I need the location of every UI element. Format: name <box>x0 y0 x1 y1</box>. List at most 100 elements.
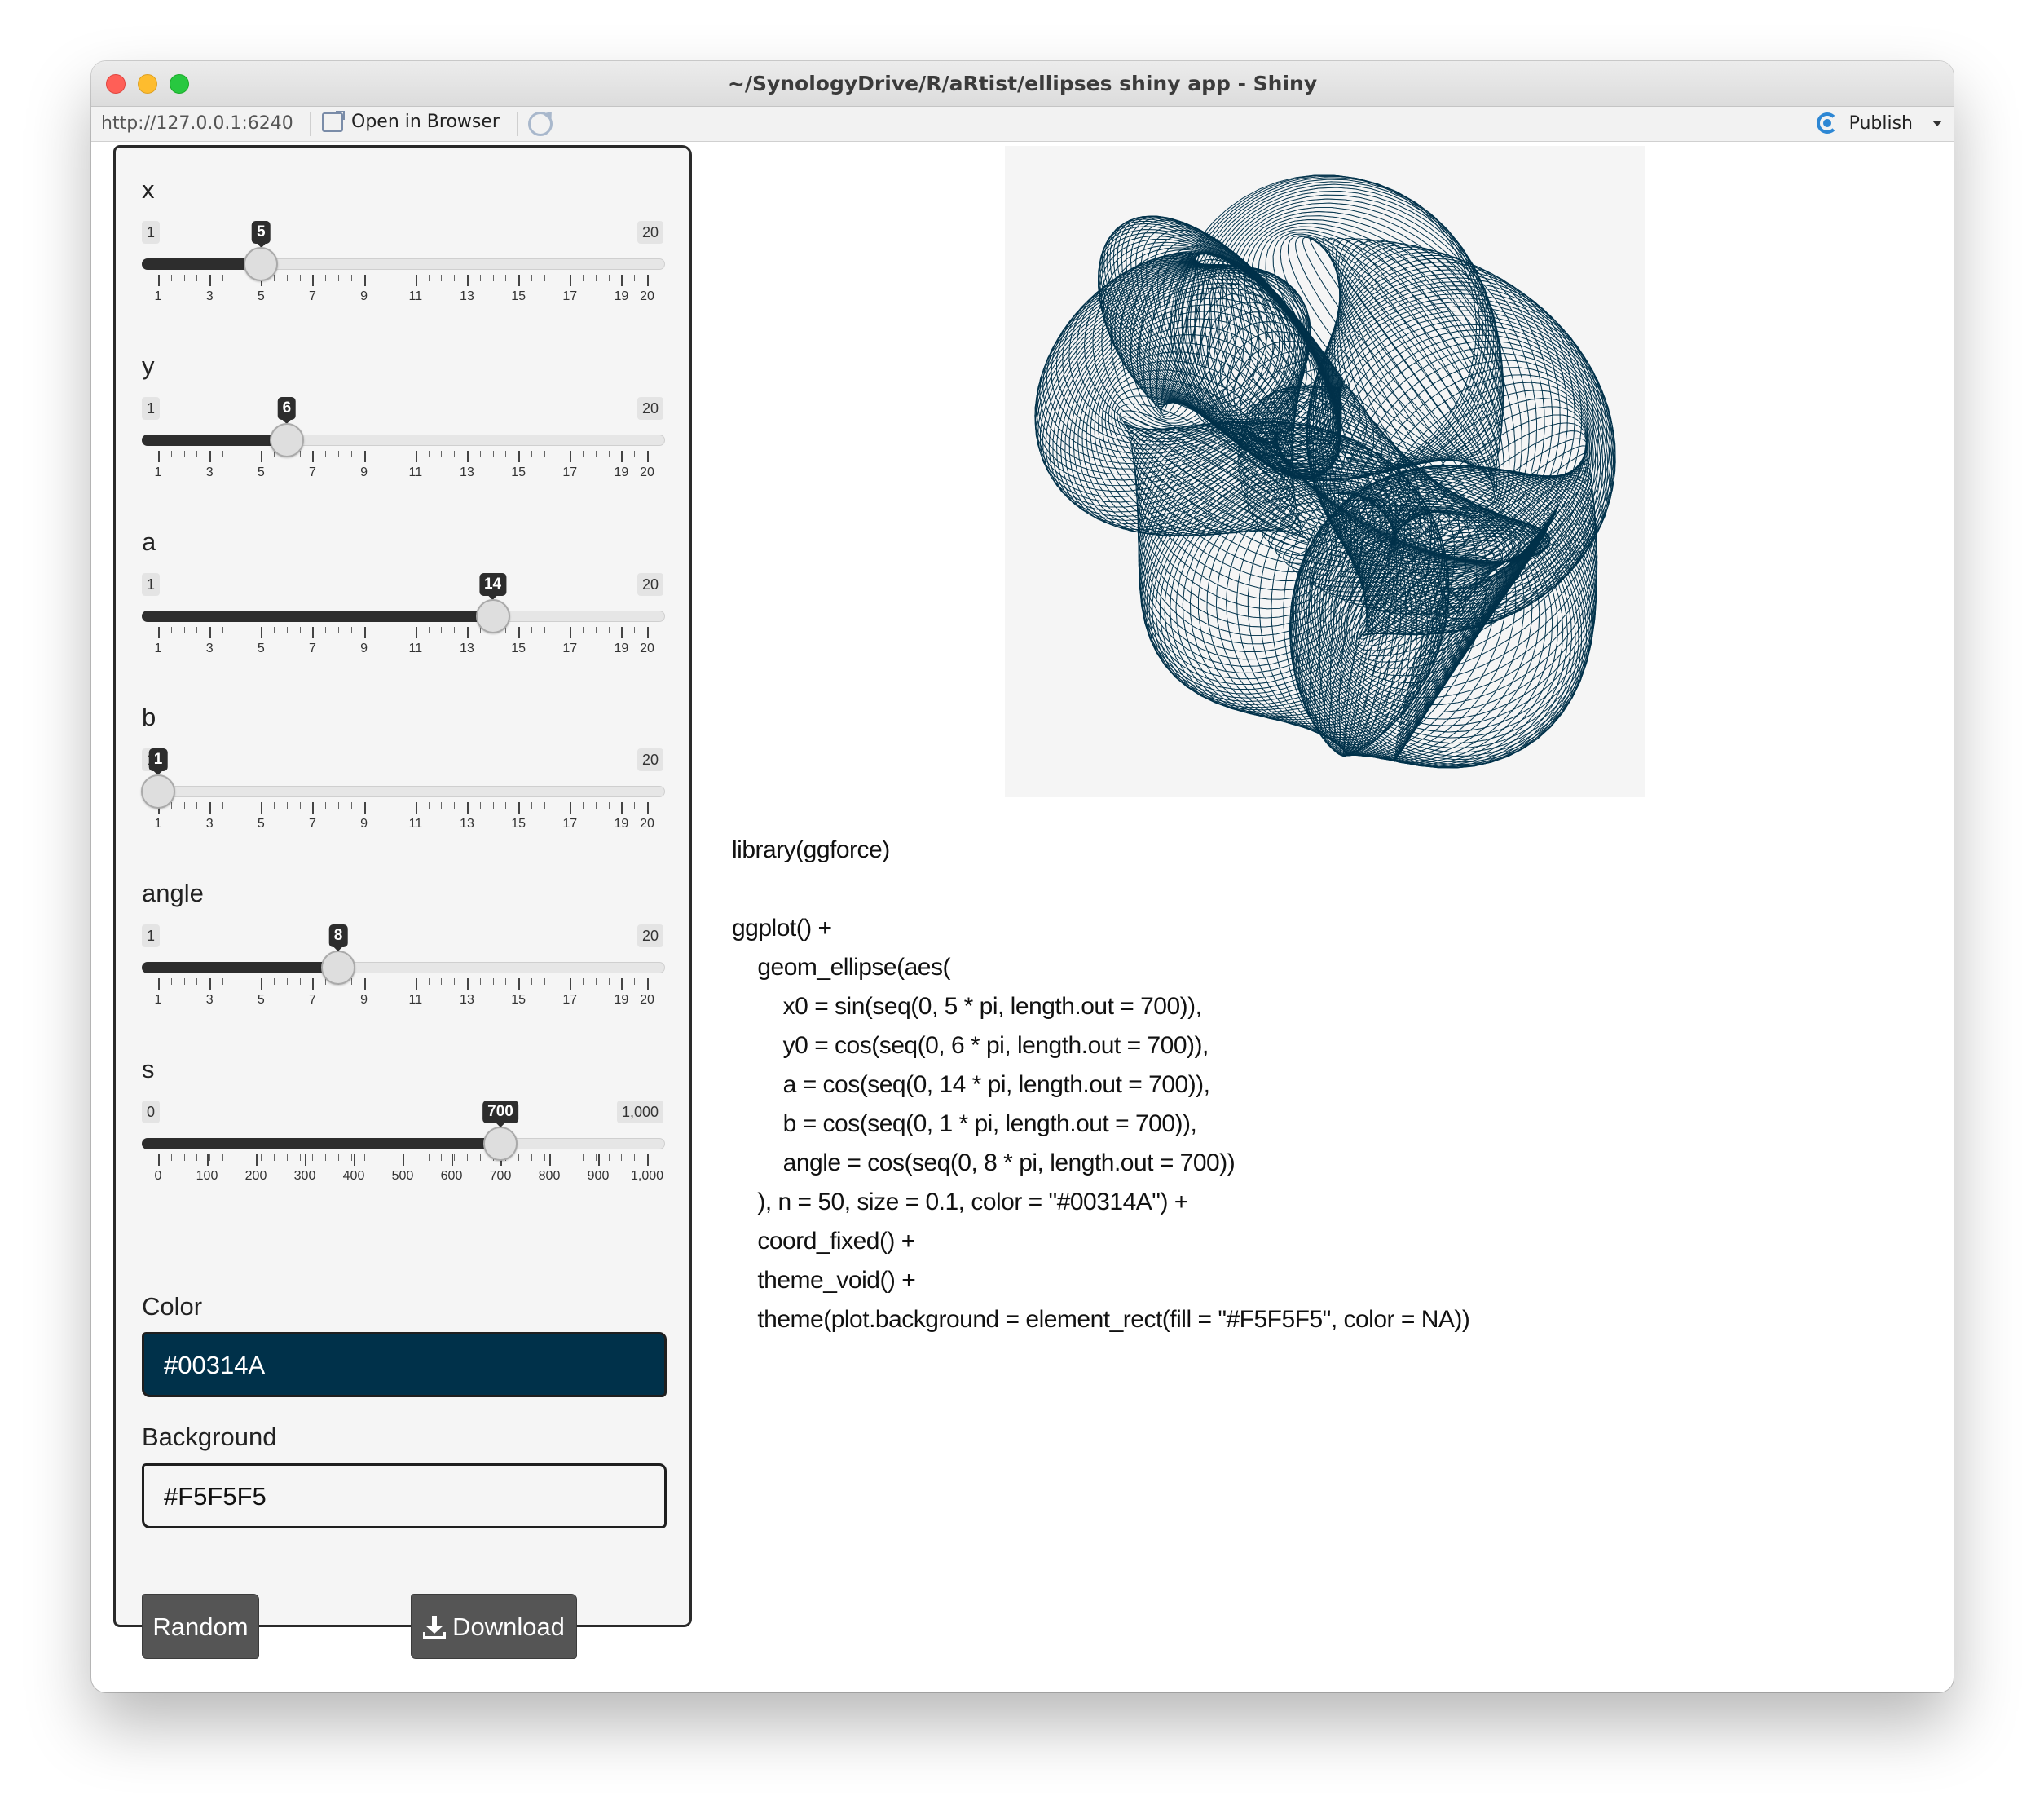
slider-minor-tick <box>222 451 223 457</box>
slider-max-label: 20 <box>637 221 663 244</box>
window-title: ~/SynologyDrive/R/aRtist/ellipses shiny … <box>727 72 1318 95</box>
slider-max-label: 20 <box>637 748 663 771</box>
slider-min-label: 1 <box>142 573 161 596</box>
toolbar-divider <box>517 112 518 136</box>
slider-minor-tick <box>196 802 198 809</box>
slider-major-tick <box>621 802 623 814</box>
slider-handle[interactable] <box>483 1127 518 1161</box>
slider-tick-label: 9 <box>360 993 368 1007</box>
slider-tick-label: 7 <box>309 817 316 831</box>
code-line: geom_ellipse(aes( <box>732 954 950 981</box>
slider-minor-tick <box>608 802 610 809</box>
slider-handle[interactable] <box>475 599 510 633</box>
slider-min-label: 1 <box>142 221 161 244</box>
publish-button[interactable]: Publish <box>1816 112 1942 134</box>
slider-minor-tick <box>608 451 610 457</box>
slider-value-label: 1 <box>148 748 168 775</box>
slider-b: b120113579111315171920 <box>116 703 689 874</box>
slider-minor-tick <box>350 978 352 985</box>
slider-major-tick <box>209 451 212 462</box>
slider-minor-tick <box>170 1154 172 1161</box>
slider-tick-label: 19 <box>614 289 629 303</box>
slider-minor-tick <box>350 1154 352 1161</box>
slider-minor-tick <box>595 978 597 985</box>
slider-tick-label: 19 <box>614 465 629 479</box>
slider-minor-tick <box>441 451 443 457</box>
slider-handle[interactable] <box>244 247 279 281</box>
slider-major-tick <box>261 978 263 990</box>
slider-minor-tick <box>479 978 481 985</box>
slider-tick-label: 13 <box>460 642 474 655</box>
slider-major-tick <box>570 275 572 286</box>
slider-minor-tick <box>583 451 584 457</box>
slider-minor-tick <box>222 978 223 985</box>
slider-major-tick <box>415 802 417 814</box>
open-in-browser-button[interactable]: Open in Browser <box>322 110 500 132</box>
download-icon <box>423 1616 447 1639</box>
slider-minor-tick <box>170 978 172 985</box>
slider-label: b <box>142 703 156 731</box>
slider-minor-tick <box>518 1154 520 1161</box>
dropdown-caret-icon[interactable] <box>1932 120 1942 126</box>
slider-minor-tick <box>222 1154 223 1161</box>
slider-tick-label: 3 <box>205 817 214 831</box>
slider-tick-label: 5 <box>257 465 265 479</box>
slider-minor-tick <box>338 451 340 457</box>
url-display[interactable]: http://127.0.0.1:6240 <box>101 113 293 134</box>
slider-tick-label: 11 <box>408 465 423 479</box>
app-window: ~/SynologyDrive/R/aRtist/ellipses shiny … <box>91 61 1954 1692</box>
slider-major-tick <box>518 802 521 814</box>
slider-handle[interactable] <box>269 423 304 457</box>
slider-minor-tick <box>608 627 610 633</box>
download-button[interactable]: Download <box>411 1594 577 1659</box>
slider-handle[interactable] <box>141 774 175 809</box>
slider-tick-label: 1 <box>154 465 162 479</box>
slider-tick-label: 700 <box>489 1169 512 1183</box>
slider-handle[interactable] <box>321 951 356 985</box>
slider-minor-tick <box>312 1154 314 1161</box>
slider-major-tick <box>158 627 160 638</box>
slider-tick-label: 13 <box>460 817 474 831</box>
slider-major-tick <box>518 275 521 286</box>
slider-tick-label: 7 <box>309 642 316 655</box>
slider-major-tick <box>466 275 469 286</box>
slider-tick-label: 7 <box>309 289 316 303</box>
slider-tick-label: 300 <box>293 1169 316 1183</box>
slider-minor-tick <box>274 627 275 633</box>
slider-minor-tick <box>299 1154 301 1161</box>
slider-major-tick <box>158 451 160 462</box>
slider-tick-label: 11 <box>408 642 423 655</box>
slider-major-tick <box>647 275 649 286</box>
slider-minor-tick <box>492 978 494 985</box>
slider-major-tick <box>570 978 572 990</box>
slider-tick-label: 20 <box>640 289 654 303</box>
slider-tick-label: 11 <box>408 289 423 303</box>
slider-tick-labels: 1 3 5 7 9 11 13 15 17 19 20 <box>155 817 654 833</box>
code-line: x0 = sin(seq(0, 5 * pi, length.out = 700… <box>732 993 1202 1020</box>
slider-tick-label: 3 <box>205 465 214 479</box>
slider-minor-tick <box>183 275 185 281</box>
slider-track[interactable] <box>142 786 665 797</box>
slider-minor-tick <box>428 451 430 457</box>
slider-tick-label: 9 <box>360 817 368 831</box>
slider-tick-label: 3 <box>205 642 214 655</box>
slider-tick-label: 19 <box>614 993 629 1007</box>
random-button[interactable]: Random <box>142 1594 259 1659</box>
slider-ticks <box>158 978 649 990</box>
slider-minor-tick <box>479 1154 481 1161</box>
slider-tick-label: 13 <box>460 465 474 479</box>
slider-tick-label: 13 <box>460 289 474 303</box>
slider-minor-tick <box>505 978 507 985</box>
background-input[interactable]: #F5F5F5 <box>142 1463 667 1528</box>
refresh-icon[interactable] <box>528 112 553 136</box>
sidebar-panel: x 1 20 5 1 3 5 7 9 11 13 15 17 19 20 y 1 20 6 1 3 5 7 9 11 13 15 17… <box>113 145 692 1659</box>
color-input[interactable]: #00314A <box>142 1332 667 1397</box>
slider-major-tick <box>647 1154 649 1166</box>
slider-label: s <box>142 1055 155 1083</box>
open-in-browser-label: Open in Browser <box>351 112 500 132</box>
slider-minor-tick <box>454 978 456 985</box>
slider-minor-tick <box>634 627 636 633</box>
slider-tick-label: 500 <box>391 1169 414 1183</box>
slider-minor-tick <box>595 451 597 457</box>
